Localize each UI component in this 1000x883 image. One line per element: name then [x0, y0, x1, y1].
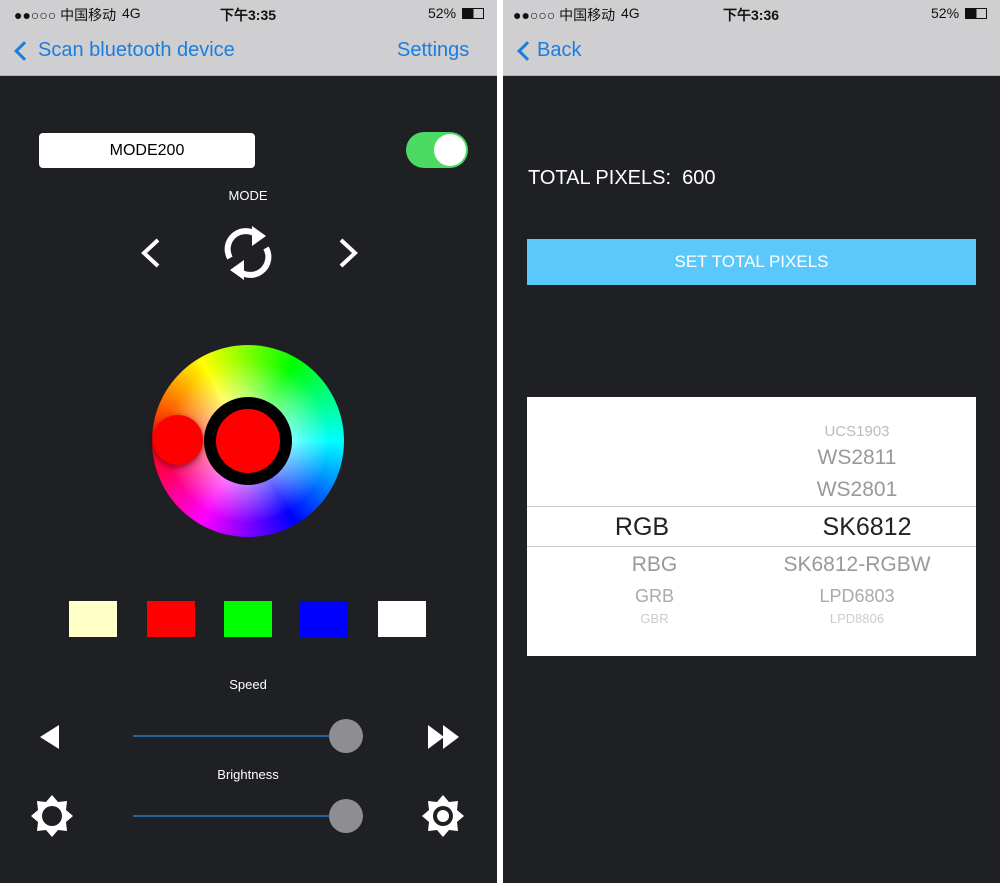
- led-type-picker[interactable]: UCS1903 WS2811 WS2801 RGB SK6812 RBG GRB…: [527, 397, 976, 656]
- brightness-label: Brightness: [217, 767, 279, 782]
- picker-item[interactable]: WS2801: [787, 478, 927, 502]
- total-pixels-label: TOTAL PIXELS:: [528, 167, 672, 189]
- picker-item[interactable]: RBG: [597, 553, 712, 577]
- color-wheel-handle[interactable]: [153, 415, 203, 465]
- swatch-blue[interactable]: [300, 601, 348, 637]
- nav-bar: Scan bluetooth device Settings: [0, 28, 497, 76]
- speed-label: Speed: [229, 677, 267, 692]
- swatch-green[interactable]: [224, 601, 272, 637]
- picker-item[interactable]: UCS1903: [787, 423, 927, 440]
- speed-slider[interactable]: [133, 735, 347, 737]
- battery-percent: 52%: [428, 5, 457, 21]
- status-bar: ●●○○○ 中国移动 4G 下午3:35 52%: [0, 0, 497, 28]
- mode-field[interactable]: MODE200: [39, 133, 255, 168]
- picker-item[interactable]: LPD6803: [767, 586, 947, 607]
- total-pixels-readout: TOTAL PIXELS: 600: [528, 167, 716, 190]
- mode-label: MODE: [228, 188, 268, 203]
- swatch-white[interactable]: [378, 601, 426, 637]
- back-chevron-icon[interactable]: [14, 41, 34, 61]
- status-bar: ●●○○○ 中国移动 4G 下午3:36 52%: [503, 0, 1000, 28]
- picker-item[interactable]: SK6812-RGBW: [757, 553, 957, 577]
- brightness-slider-thumb[interactable]: [329, 799, 363, 833]
- slower-icon[interactable]: [38, 724, 62, 750]
- picker-item[interactable]: GBR: [597, 611, 712, 626]
- speed-slider-thumb[interactable]: [329, 719, 363, 753]
- previous-mode-icon[interactable]: [136, 236, 166, 270]
- time: 下午3:36: [723, 7, 780, 23]
- swatch-cream[interactable]: [69, 601, 117, 637]
- brightness-slider[interactable]: [133, 815, 347, 817]
- order-selected[interactable]: RGB: [587, 513, 697, 542]
- settings-screen: ●●○○○ 中国移动 4G 下午3:36 52% Back TOTAL PIXE…: [503, 0, 1000, 883]
- back-chevron-icon[interactable]: [517, 41, 537, 61]
- back-button[interactable]: Back: [537, 39, 581, 62]
- picker-item[interactable]: LPD8806: [767, 611, 947, 626]
- brightness-low-icon[interactable]: [31, 795, 73, 837]
- battery-icon: [965, 8, 987, 19]
- chip-selected[interactable]: SK6812: [787, 513, 947, 542]
- power-toggle[interactable]: [406, 132, 468, 168]
- battery-icon: [462, 8, 484, 19]
- settings-button[interactable]: Settings: [397, 39, 469, 62]
- faster-icon[interactable]: [427, 724, 461, 750]
- nav-bar: Back: [503, 28, 1000, 76]
- carrier: ●●○○○ 中国移动: [513, 7, 616, 23]
- selected-color-preview: [204, 397, 292, 485]
- time: 下午3:35: [220, 7, 277, 23]
- network: 4G: [621, 5, 640, 21]
- picker-item[interactable]: GRB: [597, 586, 712, 607]
- led-control-screen: ●●○○○ 中国移动 4G 下午3:35 52% Scan bluetooth …: [0, 0, 497, 883]
- swatch-red[interactable]: [147, 601, 195, 637]
- picker-item[interactable]: WS2811: [787, 446, 927, 470]
- battery-percent: 52%: [931, 5, 960, 21]
- scan-bluetooth-button[interactable]: Scan bluetooth device: [38, 39, 235, 62]
- refresh-icon[interactable]: [222, 224, 274, 282]
- next-mode-icon[interactable]: [333, 236, 363, 270]
- network: 4G: [122, 5, 141, 21]
- total-pixels-value: 600: [682, 167, 716, 189]
- brightness-high-icon[interactable]: [422, 795, 464, 837]
- carrier: ●●○○○ 中国移动: [14, 7, 117, 23]
- set-total-pixels-button[interactable]: SET TOTAL PIXELS: [527, 239, 976, 285]
